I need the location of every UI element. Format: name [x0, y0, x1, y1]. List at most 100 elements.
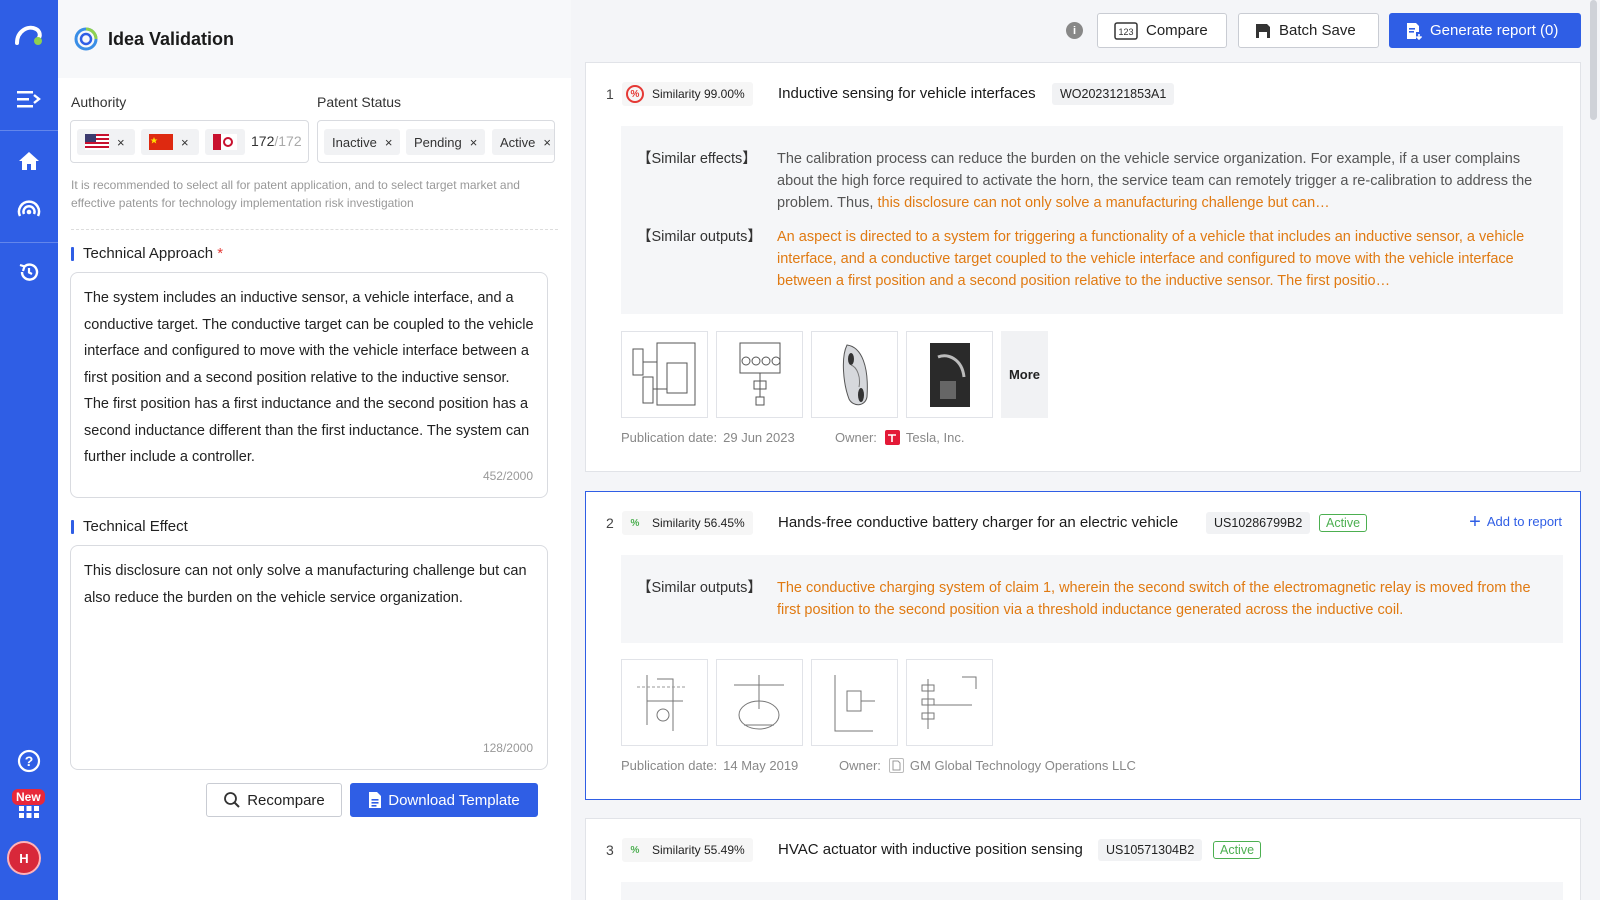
similar-outputs-row: 【Similar outputs】 The conductive chargin… — [637, 577, 1539, 621]
similar-outputs-label: 【Similar outputs】 — [637, 226, 777, 292]
remove-active-icon[interactable]: × — [543, 135, 551, 150]
remove-pending-icon[interactable]: × — [470, 135, 478, 150]
authority-total-count: /172 — [274, 133, 301, 149]
authority-chip-us: × — [77, 129, 135, 155]
technical-effect-label-text: Technical Effect — [83, 518, 188, 535]
legal-status-badge: Active — [1213, 841, 1261, 859]
authority-select[interactable]: × × 172/172 — [70, 120, 309, 163]
similarity-badge: % Similarity 56.45% — [622, 511, 753, 535]
recompare-button[interactable]: Recompare — [206, 783, 342, 817]
patent-drawing-thumbnail[interactable] — [716, 659, 803, 746]
collapse-menu-icon[interactable] — [10, 80, 48, 118]
selection-hint: It is recommended to select all for pate… — [71, 176, 551, 212]
patent-number[interactable]: WO2023121853A1 — [1052, 83, 1174, 105]
legal-status-badge: Active — [1319, 514, 1367, 532]
technical-effect-text: This disclosure can not only solve a man… — [84, 558, 534, 611]
interior-photo-thumbnail[interactable] — [906, 331, 993, 418]
similar-outputs-text: An aspect is directed to a system for tr… — [777, 226, 1539, 292]
similarity-value: Similarity 55.49% — [652, 843, 745, 857]
result-card[interactable]: 3 % Similarity 55.49% HVAC actuator with… — [585, 818, 1581, 900]
batch-save-label: Batch Save — [1279, 22, 1356, 39]
publication-date: Publication date: 14 May 2019 — [621, 758, 798, 773]
document-icon — [368, 791, 382, 809]
result-rank: 1 — [606, 86, 614, 102]
publication-date-label: Publication date: — [621, 758, 717, 773]
similar-effects-label: 【Similar effects】 — [637, 148, 777, 214]
radar-icon[interactable] — [10, 192, 48, 230]
patent-drawing-thumbnail[interactable] — [621, 331, 708, 418]
remove-cn-icon[interactable]: × — [181, 135, 189, 150]
similar-effects-text: The calibration process can reduce the b… — [777, 148, 1539, 214]
page-title: Idea Validation — [108, 29, 234, 50]
patent-title[interactable]: Hands-free conductive battery charger fo… — [778, 514, 1178, 531]
cn-flag-icon — [149, 134, 173, 150]
history-icon[interactable] — [10, 253, 48, 291]
result-card[interactable]: 2 % Similarity 56.45% Hands-free conduct… — [585, 491, 1581, 800]
info-icon[interactable]: i — [1066, 22, 1083, 39]
svg-text:?: ? — [25, 753, 34, 769]
patent-title[interactable]: Inductive sensing for vehicle interfaces — [778, 85, 1036, 102]
patent-number[interactable]: US10571304B2 — [1098, 839, 1202, 861]
patent-drawing-thumbnail[interactable] — [811, 659, 898, 746]
patent-drawing-thumbnail[interactable] — [716, 331, 803, 418]
technical-approach-text: The system includes an inductive sensor,… — [84, 285, 534, 471]
owner-value[interactable]: GM Global Technology Operations LLC — [910, 758, 1136, 773]
status-chip-inactive: Inactive × — [324, 129, 400, 155]
similarity-badge: % Similarity 99.00% — [622, 82, 753, 106]
result-card[interactable]: 1 % Similarity 99.00% Inductive sensing … — [585, 62, 1581, 472]
technical-effect-textarea[interactable]: This disclosure can not only solve a man… — [70, 545, 548, 770]
patent-drawing-thumbnail[interactable] — [906, 659, 993, 746]
vehicle-photo-thumbnail[interactable] — [811, 331, 898, 418]
generate-report-button[interactable]: Generate report (0) — [1389, 13, 1581, 48]
results-scrollbar[interactable] — [1590, 0, 1597, 120]
save-icon — [1255, 23, 1271, 39]
publication-date: Publication date: 29 Jun 2023 — [621, 430, 795, 445]
technical-approach-label: Technical Approach * — [71, 245, 223, 262]
patent-number[interactable]: US10286799B2 — [1206, 512, 1310, 534]
home-icon[interactable] — [10, 142, 48, 180]
status-chip-pending: Pending × — [406, 129, 485, 155]
technical-approach-counter: 452/2000 — [483, 463, 533, 490]
remove-inactive-icon[interactable]: × — [385, 135, 393, 150]
add-to-report-button[interactable]: + Add to report — [1469, 514, 1562, 529]
publication-date-value: 14 May 2019 — [723, 758, 798, 773]
result-rank: 2 — [606, 515, 614, 531]
flag-icon — [213, 134, 237, 150]
result-rank: 3 — [606, 842, 614, 858]
patent-title[interactable]: HVAC actuator with inductive position se… — [778, 841, 1083, 858]
idea-validation-logo-icon — [74, 27, 98, 51]
owner: Owner: Tesla, Inc. — [835, 430, 964, 445]
owner-label: Owner: — [839, 758, 881, 773]
remove-us-icon[interactable]: × — [117, 135, 125, 150]
app-logo-icon[interactable] — [10, 16, 48, 54]
compare-button[interactable]: 123 Compare — [1097, 13, 1227, 48]
similar-outputs-row: 【Similar outputs】 An aspect is directed … — [637, 226, 1539, 292]
similarity-details: 【Similar effects】 The calibration proces… — [621, 126, 1563, 314]
compare-icon: 123 — [1114, 22, 1138, 40]
help-icon[interactable]: ? — [10, 742, 48, 780]
similarity-value: Similarity 99.00% — [652, 87, 745, 101]
technical-approach-textarea[interactable]: The system includes an inductive sensor,… — [70, 272, 548, 498]
recompare-label: Recompare — [247, 792, 325, 809]
download-template-button[interactable]: Download Template — [350, 783, 538, 817]
user-avatar[interactable]: H — [7, 841, 41, 875]
us-flag-icon — [85, 134, 109, 150]
company-document-icon — [889, 758, 904, 773]
add-to-report-label: Add to report — [1487, 514, 1562, 529]
tesla-logo-icon — [885, 430, 900, 445]
owner-label: Owner: — [835, 430, 877, 445]
status-chip-active: Active × — [492, 129, 555, 155]
similar-effects-row: 【Similar effects】 The calibration proces… — [637, 148, 1539, 214]
svg-text:123: 123 — [1118, 27, 1133, 37]
patent-status-select[interactable]: Inactive × Pending × Active × — [317, 120, 555, 163]
owner-value[interactable]: Tesla, Inc. — [906, 430, 965, 445]
percent-icon: % — [626, 85, 644, 103]
search-icon — [223, 791, 241, 809]
patent-drawing-thumbnail[interactable] — [621, 659, 708, 746]
required-mark: * — [217, 245, 223, 262]
percent-icon: % — [626, 514, 644, 532]
status-chip-label: Pending — [414, 135, 462, 150]
more-drawings-button[interactable]: More — [1001, 331, 1048, 418]
batch-save-button[interactable]: Batch Save — [1238, 13, 1379, 48]
validation-form-panel: Idea Validation Authority Patent Status … — [58, 0, 571, 900]
